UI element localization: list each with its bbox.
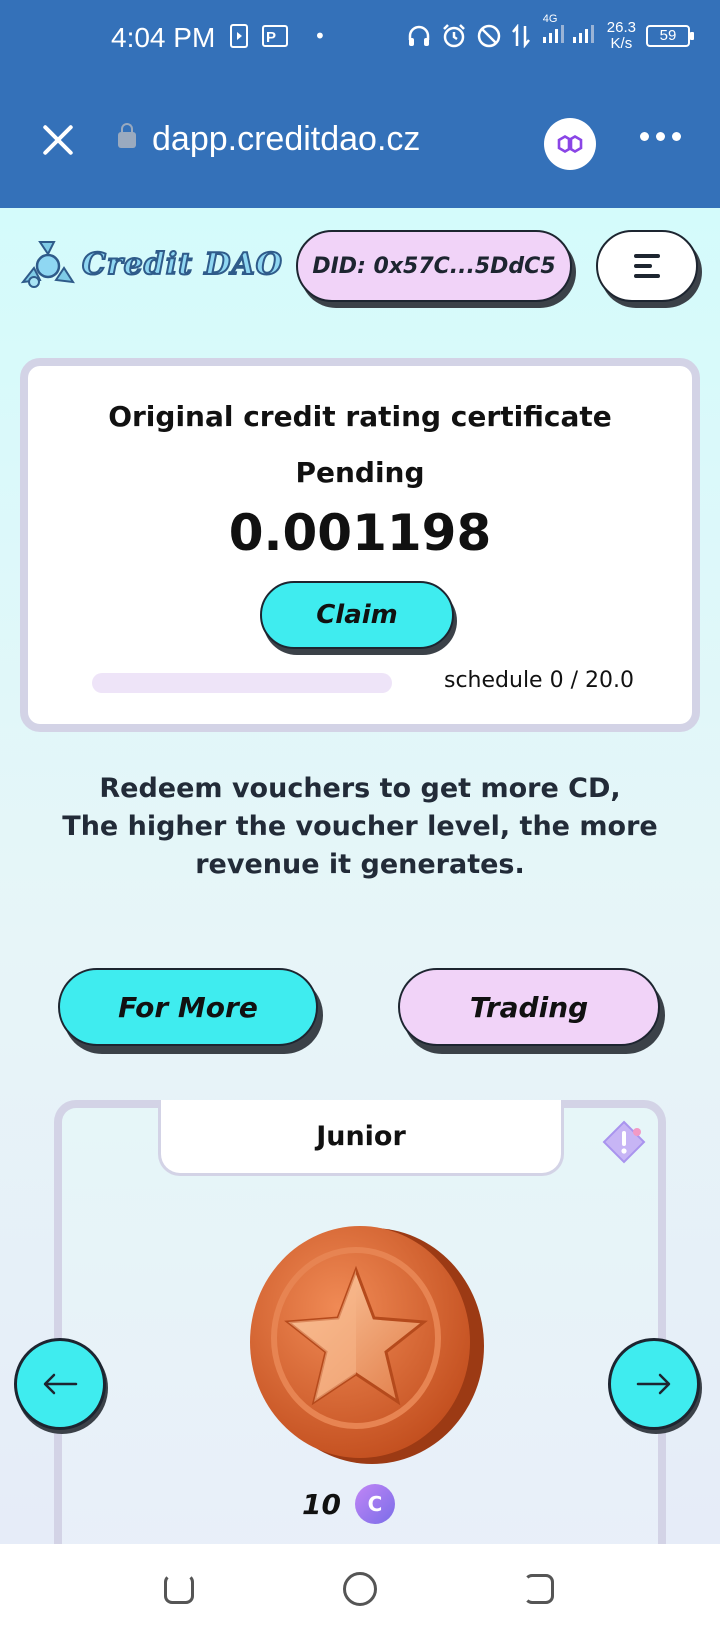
hamburger-icon xyxy=(634,254,660,258)
for-more-button[interactable]: For More xyxy=(58,968,318,1046)
warning-diamond-icon[interactable] xyxy=(602,1120,646,1164)
more-dots-icon[interactable] xyxy=(640,132,681,141)
battery-icon: 59 xyxy=(646,25,694,47)
net-speed: 26.3 K/s xyxy=(607,20,636,52)
star-coin-icon xyxy=(250,1226,484,1464)
network-type-label: 4G xyxy=(542,13,558,25)
voucher-card: Junior 10 C xyxy=(54,1100,666,1544)
credit-dao-logo-icon xyxy=(20,241,75,288)
notification-icons: P • xyxy=(230,24,326,48)
card-title: Original credit rating certificate xyxy=(108,400,612,433)
next-voucher-button[interactable] xyxy=(608,1338,700,1430)
net-speed-unit: K/s xyxy=(610,35,633,52)
status-bar: 4:04 PM P • 4G 26.3 K/s 59 xyxy=(0,0,720,80)
dot-icon: • xyxy=(314,24,326,48)
close-icon[interactable] xyxy=(38,120,78,160)
home-icon[interactable] xyxy=(343,1572,377,1606)
promo-line-1: Redeem vouchers to get more CD, xyxy=(99,773,621,804)
claim-button[interactable]: Claim xyxy=(260,581,454,649)
headphones-icon xyxy=(408,25,430,46)
schedule-progress-bar xyxy=(92,673,392,693)
promo-line-2: The higher the voucher level, the more r… xyxy=(62,811,658,880)
net-speed-value: 26.3 xyxy=(606,19,636,36)
logo-text: Credit DAO xyxy=(81,246,283,283)
voucher-price: 10 C xyxy=(302,1484,395,1524)
voucher-level: Junior xyxy=(158,1100,564,1176)
card-status: Pending xyxy=(295,456,425,489)
schedule-text: schedule 0 / 20.0 xyxy=(444,668,634,693)
svg-text:P: P xyxy=(266,29,276,46)
url-text[interactable]: dapp.creditdao.cz xyxy=(152,120,420,159)
browser-toolbar: dapp.creditdao.cz xyxy=(0,80,720,208)
alarm-icon xyxy=(442,24,465,48)
logo[interactable]: Credit DAO xyxy=(20,238,283,290)
promo-text: Redeem vouchers to get more CD, The high… xyxy=(20,770,700,884)
cd-token-icon: C xyxy=(354,1484,395,1524)
clock: 4:04 PM xyxy=(111,22,216,53)
arrow-right-icon xyxy=(636,1373,671,1395)
dapp-page: Credit DAO DID: 0x57C...5DdC5 Original c… xyxy=(0,208,720,1544)
certificate-card: Original credit rating certificate Pendi… xyxy=(20,358,700,732)
system-nav-bar xyxy=(0,1544,720,1640)
do-not-disturb-icon xyxy=(477,24,501,48)
publisher-icon: P xyxy=(262,25,288,47)
app-notification-icon xyxy=(230,24,248,48)
data-transfer-icon xyxy=(511,24,530,48)
did-button[interactable]: DID: 0x57C...5DdC5 xyxy=(296,230,572,302)
arrow-left-icon xyxy=(43,1373,78,1395)
system-icons: 4G 26.3 K/s 59 xyxy=(407,13,694,52)
signal-4g: 4G xyxy=(541,13,597,51)
trading-button[interactable]: Trading xyxy=(398,968,660,1046)
wallet-button[interactable] xyxy=(544,118,596,170)
polygon-icon xyxy=(557,134,583,154)
pending-amount: 0.001198 xyxy=(228,504,492,562)
menu-button[interactable] xyxy=(596,230,698,302)
recent-apps-icon[interactable] xyxy=(164,1574,194,1604)
price-value: 10 xyxy=(302,1487,341,1521)
previous-voucher-button[interactable] xyxy=(14,1338,106,1430)
back-icon[interactable] xyxy=(524,1574,554,1604)
lock-icon xyxy=(118,123,136,148)
